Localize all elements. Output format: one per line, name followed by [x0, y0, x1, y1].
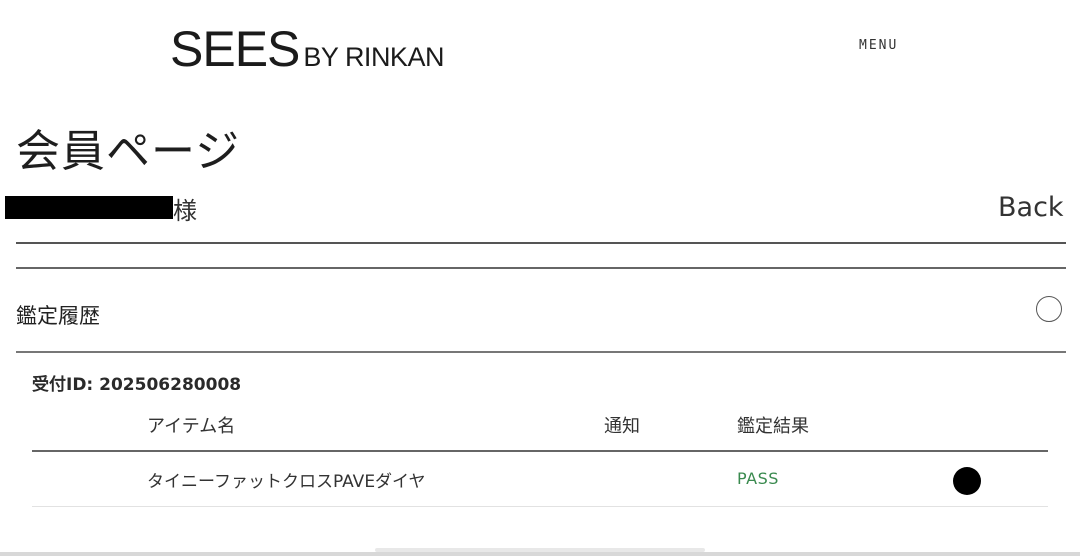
- column-header-notification: 通知: [604, 416, 640, 437]
- redacted-user-name: [5, 196, 173, 219]
- table-row[interactable]: タイニーファットクロスPAVEダイヤ PASS: [32, 452, 1048, 506]
- divider: [16, 351, 1066, 353]
- result-status-badge: PASS: [737, 469, 779, 488]
- history-section-header[interactable]: 鑑定履歴: [0, 290, 1080, 338]
- receipt-id: 受付ID: 202506280008: [32, 375, 242, 395]
- history-section-title: 鑑定履歴: [16, 304, 100, 328]
- logo-wordmark: SEES: [170, 21, 300, 77]
- filled-circle-icon[interactable]: [953, 467, 981, 495]
- divider: [16, 267, 1066, 269]
- page-bottom-border: [0, 552, 1080, 556]
- user-greeting-row: 様 Back: [0, 190, 1080, 230]
- user-honorific: 様: [173, 197, 197, 225]
- table-row-divider: [32, 506, 1048, 507]
- column-header-item-name: アイテム名: [147, 416, 236, 437]
- back-link[interactable]: Back: [998, 192, 1064, 223]
- divider: [16, 242, 1066, 244]
- site-logo[interactable]: SEES BY RINKAN: [170, 24, 444, 74]
- column-header-result: 鑑定結果: [737, 416, 809, 437]
- menu-button[interactable]: MENU: [859, 38, 898, 53]
- site-header: SEES BY RINKAN MENU: [0, 0, 1080, 100]
- circle-outline-icon[interactable]: [1036, 296, 1062, 322]
- item-name-cell: タイニーファットクロスPAVEダイヤ: [147, 472, 426, 492]
- logo-subtitle: BY RINKAN: [303, 42, 444, 72]
- page-title: 会員ページ: [16, 126, 241, 177]
